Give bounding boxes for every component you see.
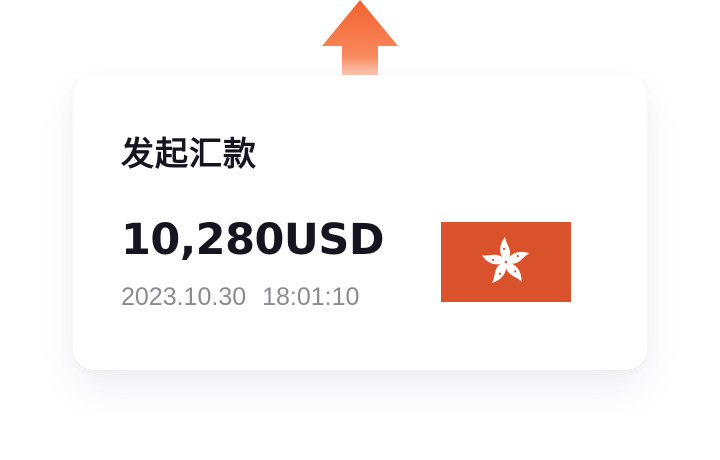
remittance-date: 2023.10.30 bbox=[121, 283, 247, 311]
remittance-amount: 10,280USD bbox=[121, 215, 385, 265]
remittance-illustration: 发起汇款 10,280USD 2023.10.30 18:01:10 bbox=[0, 0, 720, 460]
remittance-time: 18:01:10 bbox=[262, 283, 360, 311]
hong-kong-flag-icon bbox=[441, 222, 571, 302]
remittance-timestamp: 2023.10.30 18:01:10 bbox=[121, 283, 359, 312]
remittance-card: 发起汇款 10,280USD 2023.10.30 18:01:10 bbox=[73, 75, 647, 370]
card-title: 发起汇款 bbox=[121, 134, 257, 173]
